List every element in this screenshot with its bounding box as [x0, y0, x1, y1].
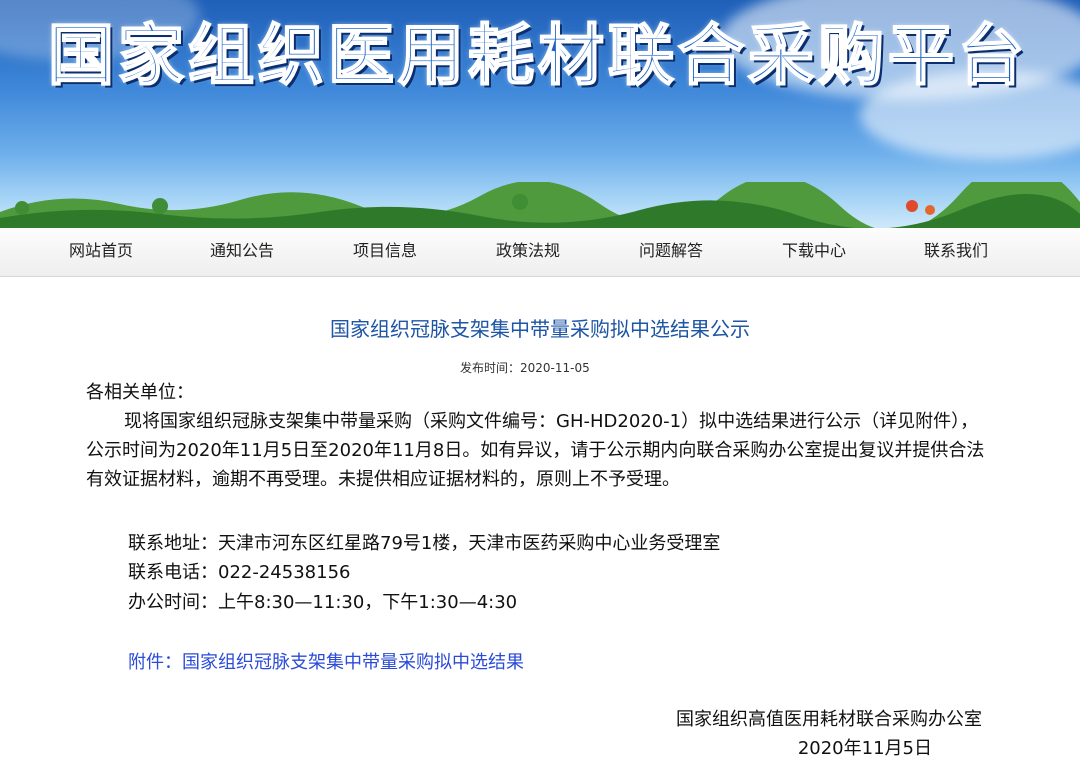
publish-time-value: 2020-11-05: [520, 361, 590, 375]
signature-org: 国家组织高值医用耗材联合采购办公室: [676, 709, 982, 730]
nav-item-notices[interactable]: 通知公告: [210, 228, 274, 276]
nav-item-downloads[interactable]: 下载中心: [782, 228, 846, 276]
nav-item-home[interactable]: 网站首页: [69, 228, 133, 276]
hills-decoration: [0, 182, 1080, 228]
office-hours: 办公时间：上午8:30—11:30，下午1:30—4:30: [128, 592, 518, 613]
nav-item-faq[interactable]: 问题解答: [639, 228, 703, 276]
contact-address: 联系地址：天津市河东区红星路79号1楼，天津市医药采购中心业务受理室: [128, 533, 721, 554]
nav-item-policies[interactable]: 政策法规: [496, 228, 560, 276]
main-nav: 网站首页 通知公告 项目信息 政策法规 问题解答 下载中心 联系我们: [0, 228, 1080, 277]
article-paragraph: 现将国家组织冠脉支架集中带量采购（采购文件编号：GH-HD2020-1）拟中选结…: [86, 411, 985, 490]
salutation: 各相关单位：: [86, 382, 194, 403]
site-banner: 国家组织医用耗材联合采购平台: [0, 0, 1080, 228]
signature-date: 2020年11月5日: [797, 738, 932, 759]
attachment-link[interactable]: 附件：国家组织冠脉支架集中带量采购拟中选结果: [128, 648, 524, 677]
signature: 国家组织高值医用耗材联合采购办公室 2020年11月5日: [676, 705, 982, 763]
article-title: 国家组织冠脉支架集中带量采购拟中选结果公示: [330, 317, 750, 341]
contact-phone: 联系电话：022-24538156: [128, 562, 351, 583]
banner-title: 国家组织医用耗材联合采购平台: [47, 16, 1028, 94]
nav-item-projects[interactable]: 项目信息: [353, 228, 417, 276]
publish-time: 发布时间：2020-11-05: [460, 359, 590, 377]
nav-item-contact[interactable]: 联系我们: [924, 228, 988, 276]
publish-time-label: 发布时间：: [460, 361, 521, 375]
